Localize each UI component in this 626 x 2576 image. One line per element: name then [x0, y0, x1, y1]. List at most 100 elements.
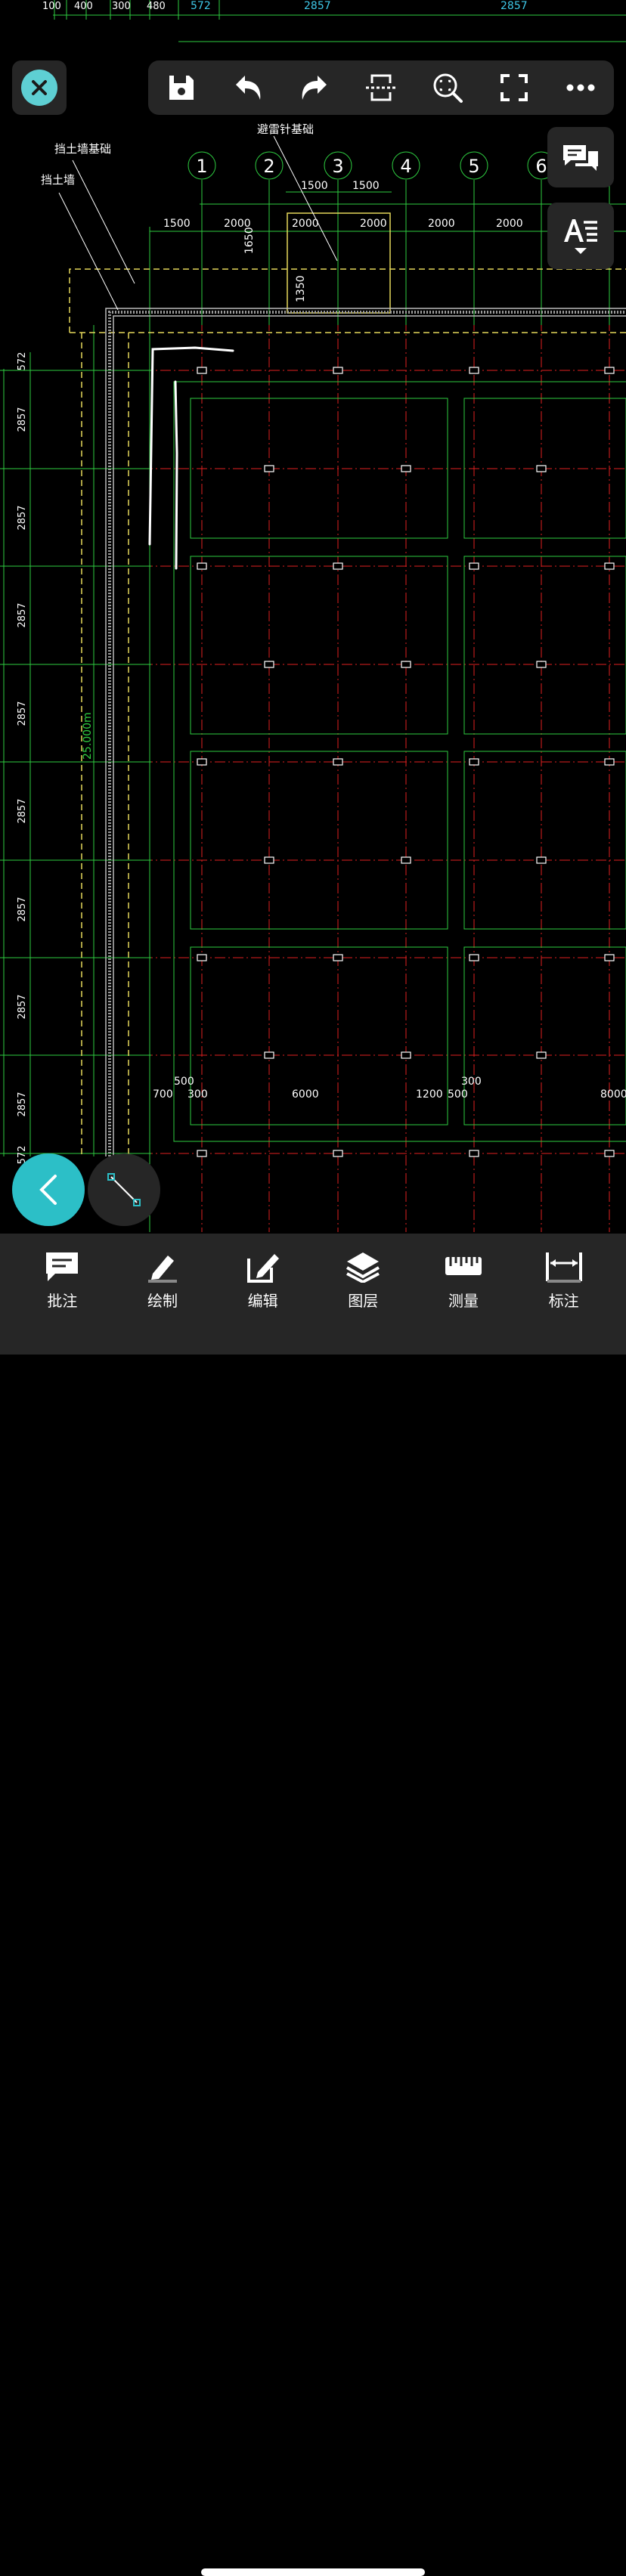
column-marker — [401, 465, 411, 472]
dim-b-5: 500 — [448, 1088, 468, 1101]
save-button[interactable] — [157, 63, 206, 112]
left-dimension-text: 2857 — [17, 896, 28, 921]
dim-b-6: 300 — [461, 1076, 482, 1088]
column-marker — [197, 954, 207, 961]
column-marker — [333, 954, 343, 961]
column-marker — [401, 661, 411, 668]
tab-layers[interactable]: 图层 — [321, 1251, 404, 1311]
axis-label-4: 4 — [400, 156, 411, 177]
column-marker — [197, 1150, 207, 1157]
tab-dimension[interactable]: 标注 — [522, 1251, 606, 1311]
dim-top-2: 300 — [112, 1, 131, 12]
pencil-icon — [147, 1255, 177, 1283]
tab-draw[interactable]: 绘制 — [121, 1251, 204, 1311]
bottom-tab-bar: 批注 绘制 编辑 图层 测量 标注 — [0, 1234, 626, 2576]
layers-icon — [346, 1252, 380, 1283]
dim-v2: 1350 — [295, 275, 307, 302]
left-dimension-text: 572 — [17, 352, 28, 371]
dim-r2-2: 2000 — [292, 218, 319, 230]
save-icon — [169, 76, 194, 100]
left-level-label: 25.000m — [82, 712, 94, 760]
label-retaining-foundation: 挡土墙基础 — [54, 142, 111, 156]
zoom-window-button[interactable] — [423, 63, 472, 112]
redo-icon — [302, 76, 327, 100]
dim-b-1: 500 — [174, 1076, 194, 1088]
chat-bubbles-icon — [563, 145, 598, 171]
column-marker — [604, 562, 615, 570]
label-retaining-wall: 挡土墙 — [41, 173, 75, 187]
tab-edit[interactable]: 编辑 — [222, 1251, 305, 1311]
line-tool-button[interactable] — [88, 1153, 160, 1226]
dim-top-6: 2857 — [500, 0, 528, 12]
zoom-window-icon — [433, 73, 463, 103]
dim-r2-3: 2000 — [360, 218, 387, 230]
left-dimension-text: 2857 — [17, 1091, 28, 1116]
more-icon — [566, 84, 595, 91]
column-marker — [469, 758, 479, 766]
column-marker — [264, 856, 274, 864]
dim-top-4: 572 — [191, 0, 211, 12]
column-marker — [604, 758, 615, 766]
freehand-stroke — [174, 380, 178, 570]
column-marker — [264, 465, 274, 472]
column-marker — [469, 1150, 479, 1157]
column-marker — [604, 1150, 615, 1157]
dim-b-4: 1200 — [416, 1088, 443, 1101]
column-marker — [469, 367, 479, 374]
chevron-left-icon — [39, 1175, 57, 1205]
tab-annotate[interactable]: 批注 — [20, 1251, 104, 1311]
close-button[interactable] — [12, 60, 67, 115]
text-styles-button[interactable] — [547, 203, 614, 269]
foundation-panel — [190, 751, 448, 930]
tab-dimension-label: 标注 — [548, 1291, 579, 1310]
redo-button[interactable] — [290, 63, 339, 112]
tab-draw-label: 绘制 — [147, 1291, 178, 1310]
dim-v1: 1650 — [243, 227, 256, 254]
column-marker — [469, 954, 479, 961]
cad-drawing-canvas[interactable]: 100 400 300 480 572 2857 2857 挡土墙基础 挡土墙 … — [0, 0, 626, 1232]
column-marker — [401, 856, 411, 864]
left-dimension-text: 2857 — [17, 407, 28, 432]
retaining-wall-line — [105, 308, 626, 1156]
dim-r2-4: 2000 — [428, 218, 455, 230]
column-marker — [536, 856, 547, 864]
leader-line — [273, 135, 338, 262]
left-dimension-text: 2857 — [17, 798, 28, 823]
ruler-icon — [445, 1256, 482, 1275]
foundation-panel — [463, 751, 626, 930]
fullscreen-button[interactable] — [490, 63, 538, 112]
axis-label-3: 3 — [332, 156, 343, 177]
column-marker — [333, 367, 343, 374]
more-button[interactable] — [556, 63, 605, 112]
left-dimension-text: 2857 — [17, 994, 28, 1019]
fullscreen-icon — [500, 74, 528, 101]
dim-b-3: 6000 — [292, 1088, 319, 1101]
tab-measure[interactable]: 测量 — [422, 1251, 505, 1311]
column-marker — [333, 562, 343, 570]
leader-line — [72, 159, 135, 284]
dim-top-0: 100 — [42, 1, 61, 12]
foundation-panel — [190, 946, 448, 1125]
text-list-icon — [564, 219, 597, 242]
column-marker — [197, 367, 207, 374]
left-dimension-text: 2857 — [17, 701, 28, 726]
section-button[interactable] — [357, 63, 405, 112]
dim-top-1: 400 — [74, 1, 93, 12]
chevron-down-icon — [575, 248, 587, 254]
column-marker — [197, 562, 207, 570]
left-dimension-text: 2857 — [17, 602, 28, 627]
comments-panel-button[interactable] — [547, 127, 614, 187]
dim-r1-0: 1500 — [301, 180, 328, 192]
foundation-panel — [190, 556, 448, 735]
dim-r2-0: 1500 — [163, 218, 191, 230]
axis-label-5: 5 — [468, 156, 479, 177]
back-button[interactable] — [12, 1153, 85, 1226]
column-marker — [197, 758, 207, 766]
dim-r2-5: 2000 — [496, 218, 523, 230]
axis-label-2: 2 — [263, 156, 274, 177]
column-marker — [604, 367, 615, 374]
tab-measure-label: 测量 — [448, 1291, 479, 1310]
tab-annotate-label: 批注 — [47, 1291, 78, 1310]
edit-icon — [246, 1253, 279, 1283]
undo-button[interactable] — [224, 63, 272, 112]
